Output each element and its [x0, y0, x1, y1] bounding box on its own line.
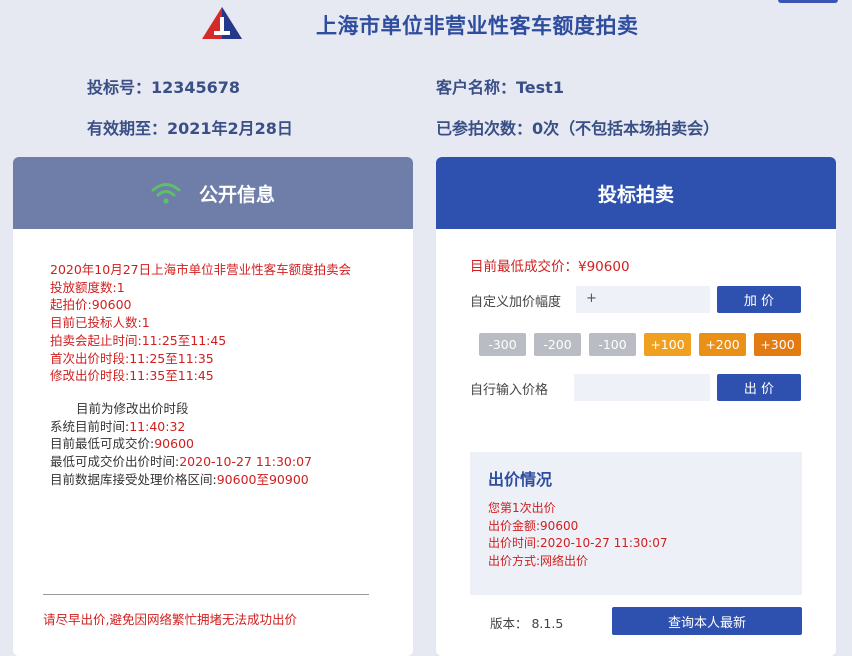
query-latest-button[interactable]: 查询本人最新 [612, 607, 802, 635]
bid-status-box: 出价情况 您第1次出价 出价金额:90600 出价时间:2020-10-27 1… [470, 452, 802, 595]
bid-status-title: 出价情况 [488, 470, 553, 489]
info-line: 修改出价时段:11:35至11:45 [50, 368, 214, 384]
public-info-body: 2020年10月27日上海市单位非营业性客车额度拍卖会 投放额度数:1 起拍价:… [13, 229, 413, 488]
bid-number: 投标号：12345678 [87, 78, 241, 97]
network-warning: 请尽早出价,避免因网络繁忙拥堵无法成功出价 [43, 612, 297, 627]
submit-bid-button[interactable]: 出 价 [717, 374, 801, 401]
info-line: 起拍价:90600 [50, 297, 132, 313]
bid-status-lines: 您第1次出价 出价金额:90600 出价时间:2020-10-27 11:30:… [488, 500, 668, 570]
step-minus-100-button[interactable]: -100 [589, 333, 636, 356]
step-plus-100-button[interactable]: +100 [644, 333, 691, 356]
bidding-header: 投标拍卖 [436, 157, 836, 229]
auction-logo-icon [202, 7, 242, 39]
min-price-label: 目前最低可成交价: [50, 436, 155, 452]
manual-price-label: 自行输入价格 [470, 383, 549, 398]
manual-price-input[interactable] [574, 374, 710, 401]
bid-status-line: 出价方式:网络出价 [488, 553, 589, 568]
attend-count: 已参拍次数：0次（不包括本场拍卖会） [436, 119, 720, 138]
step-minus-300-button[interactable]: -300 [479, 333, 526, 356]
price-range-row: 目前数据库接受处理价格区间:90600至90900 [50, 471, 413, 489]
system-time-value: 11:40:32 [129, 418, 186, 434]
phase-text: 目前为修改出价时段 [76, 400, 189, 416]
add-price-button[interactable]: 加 价 [717, 286, 801, 313]
info-line: 2020年10月27日上海市单位非营业性客车额度拍卖会 [50, 262, 352, 277]
customer-name: 客户名称：Test1 [436, 78, 564, 97]
info-line: 拍卖会起止时间:11:25至11:45 [50, 332, 227, 348]
wifi-icon [151, 183, 181, 204]
public-info-title: 公开信息 [198, 183, 275, 206]
bid-status-line: 出价时间:2020-10-27 11:30:07 [488, 536, 668, 550]
custom-increment-label: 自定义加价幅度 [470, 295, 562, 310]
bid-status-line: 您第1次出价 [488, 501, 556, 515]
price-range-label: 目前数据库接受处理价格区间: [50, 471, 217, 487]
system-time-row: 系统目前时间:11:40:32 [50, 418, 413, 436]
system-time-label: 系统目前时间: [50, 418, 130, 434]
valid-until: 有效期至：2021年2月28日 [87, 119, 293, 138]
info-line: 目前已投标人数:1 [50, 315, 150, 331]
price-range-value: 90600至90900 [216, 471, 309, 487]
bidding-panel: 投标拍卖 目前最低成交价：¥90600 自定义加价幅度 + 加 价 -300 -… [436, 157, 836, 656]
min-price-value: 90600 [154, 436, 194, 452]
min-price-time-value: 2020-10-27 11:30:07 [179, 454, 312, 470]
step-plus-200-button[interactable]: +200 [699, 333, 746, 356]
step-minus-200-button[interactable]: -200 [534, 333, 581, 356]
public-info-header: 公开信息 [13, 157, 413, 229]
min-price-time-row: 最低可成交价出价时间:2020-10-27 11:30:07 [50, 453, 413, 471]
page-title: 上海市单位非营业性客车额度拍卖 [316, 14, 639, 38]
bidding-title: 投标拍卖 [597, 183, 674, 206]
top-edge-tab [778, 0, 838, 3]
custom-increment-input[interactable]: + [576, 286, 710, 313]
lowest-price: 目前最低成交价：¥90600 [470, 259, 630, 275]
public-info-panel: 公开信息 2020年10月27日上海市单位非营业性客车额度拍卖会 投放额度数:1… [13, 157, 413, 656]
step-plus-300-button[interactable]: +300 [754, 333, 801, 356]
min-price-time-label: 最低可成交价出价时间: [50, 454, 180, 470]
info-line: 首次出价时段:11:25至11:35 [50, 350, 214, 366]
bid-status-line: 出价金额:90600 [488, 518, 579, 533]
divider [43, 594, 369, 595]
version-label: 版本： 8.1.5 [490, 616, 564, 631]
info-line: 投放额度数:1 [50, 279, 125, 295]
min-price-row: 目前最低可成交价:90600 [50, 435, 413, 453]
